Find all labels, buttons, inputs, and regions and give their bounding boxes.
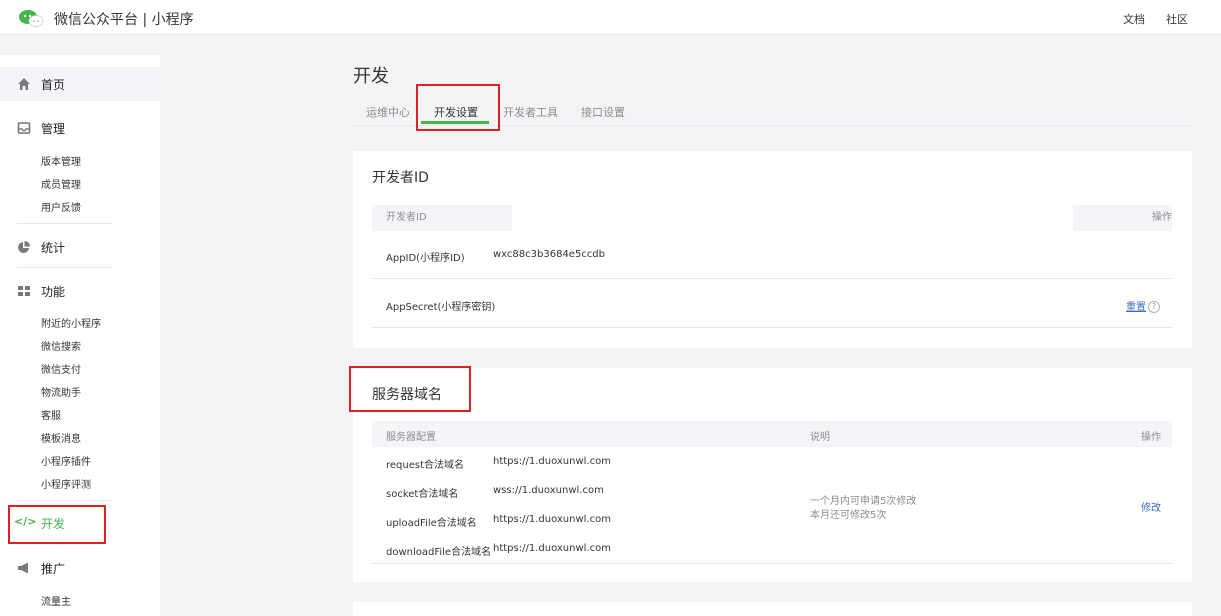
domain-label-upload: uploadFile合法域名 [386, 518, 477, 529]
row-divider [372, 327, 1172, 328]
sidebar-item-promote[interactable]: 推广 [0, 551, 160, 585]
sidebar-item-label: 功能 [41, 285, 66, 299]
sidebar-item-label: 推广 [41, 562, 66, 576]
appid-label: AppID(小程序ID) [386, 253, 465, 264]
highlight-box-develop [8, 505, 106, 544]
column-header-action: 操作 [1073, 205, 1172, 231]
sidebar-divider [17, 267, 112, 268]
community-link[interactable]: 社区 [1166, 11, 1188, 27]
tab-dev-tools[interactable]: 开发者工具 [503, 104, 558, 120]
page-title: 开发 [353, 66, 389, 87]
grid-icon [18, 286, 30, 296]
modify-limit-text: 一个月内可申请5次修改 [810, 496, 917, 507]
domain-label-download: downloadFile合法域名 [386, 547, 492, 558]
domain-label-request: request合法域名 [386, 460, 465, 471]
sidebar-subitem-traffic[interactable]: 流量主 [41, 593, 71, 608]
highlight-box-tab [416, 84, 500, 131]
next-card [353, 602, 1192, 616]
sidebar-item-label: 统计 [41, 241, 66, 255]
domain-value-request: https://1.duoxunwl.com [493, 456, 611, 467]
sidebar-item-label: 首页 [41, 78, 66, 92]
sidebar-subitem-feedback[interactable]: 用户反馈 [41, 199, 81, 214]
platform-title: 微信公众平台 | 小程序 [54, 12, 194, 28]
sidebar-subitem-search[interactable]: 微信搜索 [41, 338, 81, 353]
appid-value: wxc88c3b3684e5ccdb [493, 249, 606, 260]
sidebar-subitem-logistics[interactable]: 物流助手 [41, 384, 81, 399]
modify-remaining-text: 本月还可修改5次 [810, 510, 887, 521]
sidebar-item-manage[interactable]: 管理 [0, 111, 160, 145]
column-header-id: 开发者ID [372, 205, 512, 231]
column-header-action: 操作 [1141, 432, 1161, 443]
appsecret-label: AppSecret(小程序密钥) [386, 302, 496, 313]
sidebar-item-home[interactable]: 首页 [0, 67, 160, 101]
sidebar-item-features[interactable]: 功能 [0, 274, 160, 308]
home-icon [18, 78, 30, 90]
reset-link[interactable]: 重置 [1126, 302, 1146, 313]
wechat-logo-icon[interactable] [17, 8, 45, 28]
column-header-desc: 说明 [810, 432, 830, 443]
sidebar-subitem-service[interactable]: 客服 [41, 407, 61, 422]
sidebar-subitem-pay[interactable]: 微信支付 [41, 361, 81, 376]
megaphone-icon [18, 562, 28, 574]
reset-action: 重置? [1126, 298, 1160, 313]
sidebar-item-stats[interactable]: 统计 [0, 230, 160, 264]
sidebar-subitem-template[interactable]: 模板消息 [41, 430, 81, 445]
domain-value-socket: wss://1.duoxunwl.com [493, 485, 604, 496]
docs-link[interactable]: 文档 [1123, 11, 1145, 27]
edit-domain-link[interactable]: 修改 [1141, 499, 1161, 514]
inbox-icon [17, 122, 31, 134]
sidebar-subitem-nearby[interactable]: 附近的小程序 [41, 315, 101, 330]
sidebar-divider [17, 223, 112, 224]
tab-api-settings[interactable]: 接口设置 [581, 104, 625, 120]
highlight-box-server-domain [349, 366, 471, 412]
top-bar: 微信公众平台 | 小程序 文档 社区 [0, 0, 1221, 35]
column-header-config: 服务器配置 [386, 432, 436, 443]
sidebar-subitem-plugins[interactable]: 小程序插件 [41, 453, 91, 468]
pie-chart-icon [18, 241, 30, 253]
developer-id-card: 开发者ID 开发者ID 操作 AppID(小程序ID) wxc88c3b3684… [353, 151, 1192, 348]
sidebar-subitem-version[interactable]: 版本管理 [41, 153, 81, 168]
table-header: 服务器配置 说明 操作 [372, 421, 1172, 447]
row-divider [372, 563, 1172, 564]
tab-ops[interactable]: 运维中心 [366, 104, 410, 120]
domain-value-download: https://1.duoxunwl.com [493, 543, 611, 554]
sidebar-subitem-review[interactable]: 小程序评测 [41, 476, 91, 491]
help-icon[interactable]: ? [1148, 301, 1160, 313]
sidebar-divider [17, 500, 112, 501]
sidebar-item-label: 管理 [41, 122, 66, 136]
row-divider [372, 278, 1172, 279]
section-title: 开发者ID [372, 170, 429, 186]
sidebar-subitem-members[interactable]: 成员管理 [41, 176, 81, 191]
domain-value-upload: https://1.duoxunwl.com [493, 514, 611, 525]
server-domain-card: 服务器域名 服务器配置 说明 操作 request合法域名 https://1.… [353, 368, 1192, 582]
domain-label-socket: socket合法域名 [386, 489, 459, 500]
